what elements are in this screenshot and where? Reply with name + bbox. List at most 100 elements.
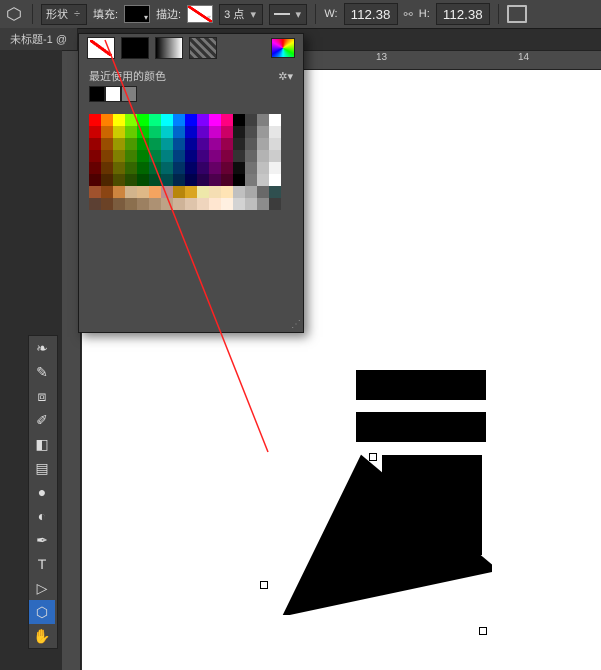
color-swatch[interactable]: [245, 126, 257, 138]
shape-rect[interactable]: [356, 370, 486, 400]
color-swatch[interactable]: [185, 198, 197, 210]
color-swatch[interactable]: [209, 198, 221, 210]
color-swatch[interactable]: [209, 162, 221, 174]
color-swatch[interactable]: [233, 150, 245, 162]
color-swatch[interactable]: [101, 198, 113, 210]
color-swatch[interactable]: [173, 186, 185, 198]
color-swatch[interactable]: [149, 198, 161, 210]
stroke-weight-dropdown[interactable]: 3 点 ▾: [219, 4, 263, 25]
color-swatch[interactable]: [221, 198, 233, 210]
color-swatch[interactable]: [89, 126, 101, 138]
color-swatch[interactable]: [113, 126, 125, 138]
color-swatch[interactable]: [161, 198, 173, 210]
color-swatch[interactable]: [173, 198, 185, 210]
tool-path-select[interactable]: ▷: [29, 576, 55, 600]
color-swatch[interactable]: [125, 174, 137, 186]
color-swatch[interactable]: [101, 186, 113, 198]
color-swatch[interactable]: [125, 198, 137, 210]
color-swatch[interactable]: [269, 186, 281, 198]
tool-brush[interactable]: ✎: [29, 360, 55, 384]
color-swatch[interactable]: [197, 174, 209, 186]
stroke-swatch-none[interactable]: ▾: [187, 5, 213, 23]
color-swatch[interactable]: [149, 138, 161, 150]
color-swatch[interactable]: [245, 114, 257, 126]
tool-blur[interactable]: ●: [29, 480, 55, 504]
color-swatch[interactable]: [185, 114, 197, 126]
color-swatch[interactable]: [161, 150, 173, 162]
fill-solid-button[interactable]: [121, 37, 149, 59]
color-swatch[interactable]: [245, 186, 257, 198]
color-swatch[interactable]: [89, 162, 101, 174]
color-swatch[interactable]: [149, 150, 161, 162]
tool-gradient[interactable]: ▤: [29, 456, 55, 480]
color-swatch[interactable]: [197, 150, 209, 162]
height-input[interactable]: [436, 3, 490, 25]
color-swatch[interactable]: [257, 186, 269, 198]
color-swatch[interactable]: [257, 138, 269, 150]
tool-dodge[interactable]: ◐: [29, 504, 55, 528]
color-swatch[interactable]: [233, 186, 245, 198]
mode-dropdown[interactable]: 形状 ÷: [41, 4, 87, 25]
color-swatch[interactable]: [161, 162, 173, 174]
color-swatch[interactable]: [89, 186, 101, 198]
shape-rect[interactable]: [356, 412, 486, 442]
color-swatch[interactable]: [125, 126, 137, 138]
color-swatch[interactable]: [173, 138, 185, 150]
recent-swatch[interactable]: [89, 86, 105, 102]
color-swatch[interactable]: [197, 162, 209, 174]
color-swatch[interactable]: [209, 186, 221, 198]
color-swatch[interactable]: [149, 186, 161, 198]
shape-triangle-selected[interactable]: [262, 445, 492, 615]
color-swatch[interactable]: [113, 198, 125, 210]
color-swatch[interactable]: [101, 162, 113, 174]
color-swatch[interactable]: [257, 126, 269, 138]
color-swatch[interactable]: [125, 186, 137, 198]
color-swatch[interactable]: [125, 162, 137, 174]
color-swatch[interactable]: [197, 138, 209, 150]
color-swatch[interactable]: [233, 114, 245, 126]
color-swatch[interactable]: [221, 174, 233, 186]
color-swatch[interactable]: [113, 174, 125, 186]
color-swatch[interactable]: [209, 150, 221, 162]
color-swatch[interactable]: [269, 150, 281, 162]
color-swatch[interactable]: [137, 138, 149, 150]
color-swatch[interactable]: [197, 114, 209, 126]
color-swatch[interactable]: [197, 186, 209, 198]
color-swatch[interactable]: [101, 126, 113, 138]
color-swatch[interactable]: [209, 174, 221, 186]
color-swatch[interactable]: [161, 186, 173, 198]
color-swatch[interactable]: [221, 126, 233, 138]
color-swatch[interactable]: [269, 198, 281, 210]
fill-gradient-button[interactable]: [155, 37, 183, 59]
stroke-style-dropdown[interactable]: ▾: [269, 4, 307, 25]
color-swatch[interactable]: [89, 114, 101, 126]
color-swatch[interactable]: [101, 114, 113, 126]
color-swatch[interactable]: [245, 174, 257, 186]
tool-pen[interactable]: ✒: [29, 528, 55, 552]
color-swatch[interactable]: [113, 114, 125, 126]
color-swatch[interactable]: [173, 126, 185, 138]
color-swatch[interactable]: [101, 150, 113, 162]
color-swatch[interactable]: [221, 186, 233, 198]
color-swatch[interactable]: [245, 150, 257, 162]
color-swatch[interactable]: [197, 126, 209, 138]
tool-shape-polygon[interactable]: ⬡: [29, 600, 55, 624]
color-swatch[interactable]: [269, 114, 281, 126]
color-swatch[interactable]: [269, 138, 281, 150]
color-swatch[interactable]: [185, 150, 197, 162]
color-swatch[interactable]: [221, 114, 233, 126]
color-swatch[interactable]: [125, 114, 137, 126]
transform-handle[interactable]: [479, 627, 487, 635]
recent-swatch[interactable]: [121, 86, 137, 102]
color-swatch[interactable]: [101, 138, 113, 150]
color-swatch[interactable]: [161, 138, 173, 150]
color-swatch[interactable]: [233, 198, 245, 210]
color-swatch[interactable]: [245, 138, 257, 150]
color-swatch[interactable]: [233, 138, 245, 150]
color-swatch[interactable]: [149, 114, 161, 126]
color-swatch[interactable]: [233, 126, 245, 138]
color-swatch[interactable]: [185, 186, 197, 198]
color-swatch[interactable]: [209, 126, 221, 138]
color-swatch[interactable]: [113, 186, 125, 198]
recent-swatch[interactable]: [105, 86, 121, 102]
